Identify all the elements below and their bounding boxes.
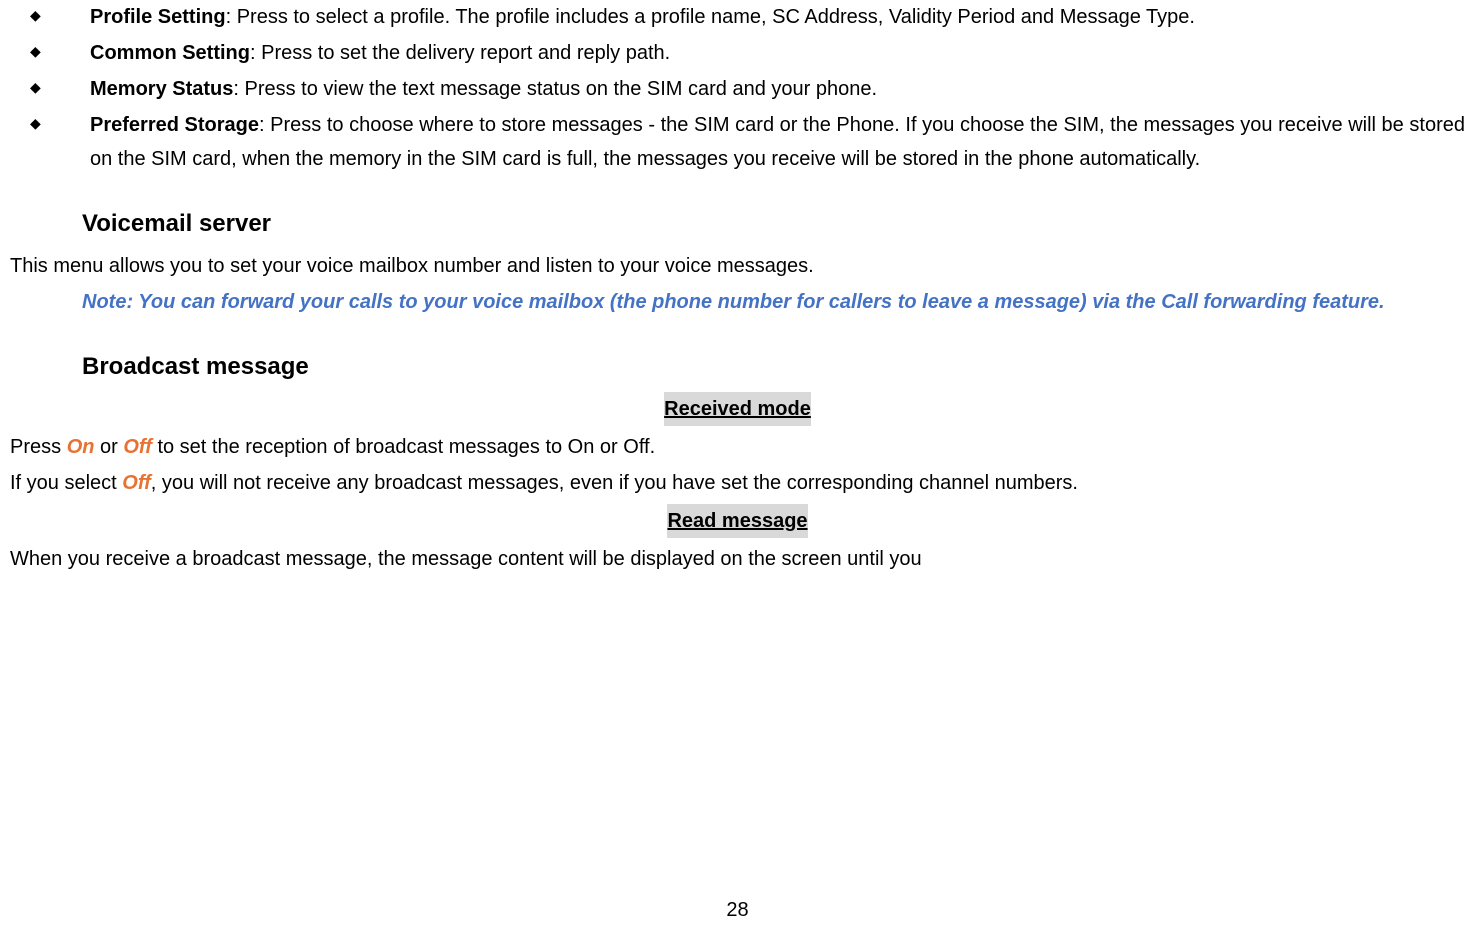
text-post: to set the reception of broadcast messag… xyxy=(152,436,655,458)
bullet-rest: : Press to select a profile. The profile… xyxy=(226,6,1195,28)
read-message-heading-wrapper: Read message xyxy=(10,504,1465,538)
bullet-rest: : Press to choose where to store message… xyxy=(90,114,1465,170)
off-text: Off xyxy=(122,472,151,494)
received-mode-heading-wrapper: Received mode xyxy=(10,392,1465,426)
bullet-marker-icon: ◆ xyxy=(10,36,90,70)
bullet-item-common-setting: ◆ Common Setting: Press to set the deliv… xyxy=(10,36,1465,70)
bullet-bold: Memory Status xyxy=(90,78,233,100)
bullet-item-memory-status: ◆ Memory Status: Press to view the text … xyxy=(10,72,1465,106)
bullet-rest: : Press to view the text message status … xyxy=(233,78,877,100)
voicemail-note: Note: You can forward your calls to your… xyxy=(82,285,1465,319)
text-post: , you will not receive any broadcast mes… xyxy=(151,472,1078,494)
bullet-content: Preferred Storage: Press to choose where… xyxy=(90,108,1465,176)
bullet-marker-icon: ◆ xyxy=(10,0,90,34)
received-mode-line2: If you select Off, you will not receive … xyxy=(10,466,1465,500)
bullet-bold: Preferred Storage xyxy=(90,114,259,136)
read-message-body: When you receive a broadcast message, th… xyxy=(10,542,1465,576)
bullet-list: ◆ Profile Setting: Press to select a pro… xyxy=(10,0,1465,176)
bullet-content: Common Setting: Press to set the deliver… xyxy=(90,36,1465,70)
bullet-content: Profile Setting: Press to select a profi… xyxy=(90,0,1465,34)
bullet-rest: : Press to set the delivery report and r… xyxy=(250,42,670,64)
on-text: On xyxy=(67,436,95,458)
voicemail-body: This menu allows you to set your voice m… xyxy=(10,249,1465,283)
bullet-item-profile-setting: ◆ Profile Setting: Press to select a pro… xyxy=(10,0,1465,34)
received-mode-heading: Received mode xyxy=(664,392,811,426)
text-pre: If you select xyxy=(10,472,122,494)
bullet-marker-icon: ◆ xyxy=(10,108,90,176)
text-pre: Press xyxy=(10,436,67,458)
bullet-marker-icon: ◆ xyxy=(10,72,90,106)
off-text: Off xyxy=(123,436,152,458)
broadcast-message-heading: Broadcast message xyxy=(82,347,1465,388)
received-mode-line1: Press On or Off to set the reception of … xyxy=(10,430,1465,464)
bullet-item-preferred-storage: ◆ Preferred Storage: Press to choose whe… xyxy=(10,108,1465,176)
page-number: 28 xyxy=(726,893,748,927)
bullet-bold: Profile Setting xyxy=(90,6,226,28)
read-message-heading: Read message xyxy=(667,504,807,538)
text-mid: or xyxy=(94,436,123,458)
bullet-content: Memory Status: Press to view the text me… xyxy=(90,72,1465,106)
bullet-bold: Common Setting xyxy=(90,42,250,64)
voicemail-server-heading: Voicemail server xyxy=(82,204,1465,245)
